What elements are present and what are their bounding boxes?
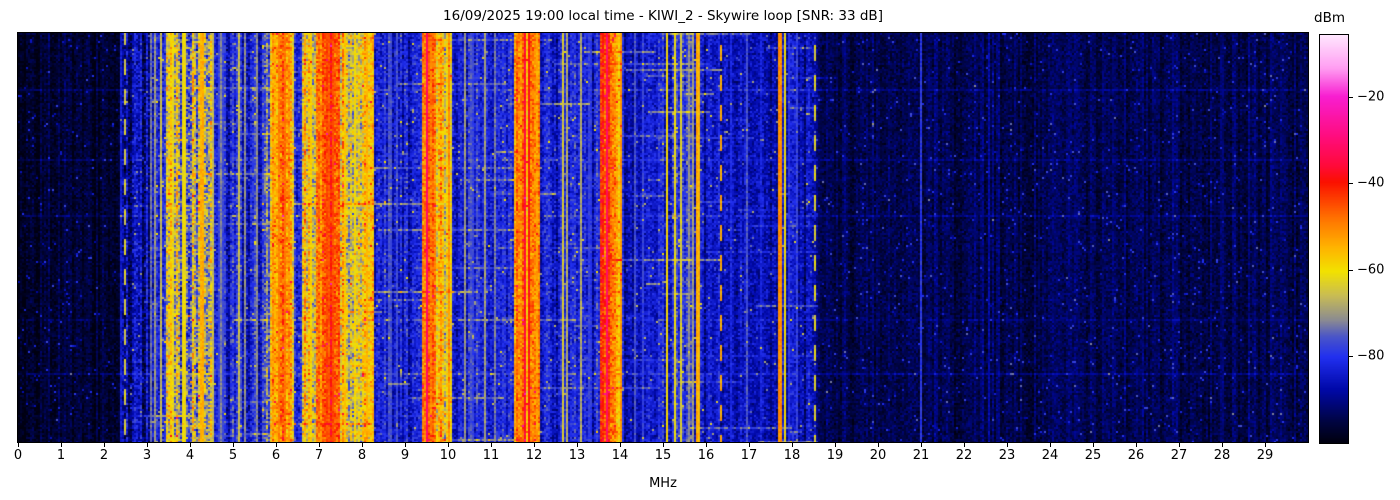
x-tick-mark (233, 443, 234, 447)
colorbar-tick-mark (1348, 269, 1353, 271)
x-tick-mark (835, 443, 836, 447)
x-tick-label: 26 (1127, 448, 1145, 463)
x-tick-label: 22 (955, 448, 973, 463)
x-tick-label: 21 (912, 448, 930, 463)
x-tick-mark (18, 443, 19, 447)
x-tick-label: 1 (56, 448, 66, 463)
x-tick-mark (663, 443, 664, 447)
x-tick-label: 29 (1256, 448, 1274, 463)
x-tick-mark (147, 443, 148, 447)
x-tick-mark (577, 443, 578, 447)
x-tick-mark (921, 443, 922, 447)
x-tick-label: 18 (783, 448, 801, 463)
colorbar-unit-label: dBm (1314, 10, 1345, 26)
x-tick-mark (964, 443, 965, 447)
colorbar-tick-mark (1348, 183, 1353, 185)
x-tick-mark (491, 443, 492, 447)
x-tick-mark (1050, 443, 1051, 447)
colorbar-tick-label: −80 (1357, 348, 1385, 364)
x-tick-label: 7 (314, 448, 324, 463)
x-tick-mark (792, 443, 793, 447)
spectrogram-figure: 16/09/2025 19:00 local time - KIWI_2 - S… (0, 0, 1400, 500)
x-tick-label: 16 (697, 448, 715, 463)
x-tick-label: 12 (525, 448, 543, 463)
x-tick-label: 14 (611, 448, 629, 463)
x-tick-mark (706, 443, 707, 447)
colorbar-tick-label: −60 (1357, 262, 1385, 278)
x-tick-mark (1265, 443, 1266, 447)
x-tick-mark (190, 443, 191, 447)
x-tick-mark (1179, 443, 1180, 447)
x-tick-label: 24 (1041, 448, 1059, 463)
figure-title: 16/09/2025 19:00 local time - KIWI_2 - S… (443, 8, 883, 24)
x-tick-mark (1136, 443, 1137, 447)
x-tick-mark (534, 443, 535, 447)
x-tick-mark (749, 443, 750, 447)
x-tick-label: 19 (826, 448, 844, 463)
x-tick-label: 27 (1170, 448, 1188, 463)
colorbar-tick-label: −40 (1357, 175, 1385, 191)
x-tick-mark (448, 443, 449, 447)
colorbar-tick-mark (1348, 356, 1353, 358)
x-tick-mark (405, 443, 406, 447)
x-axis-label: MHz (649, 476, 677, 491)
waterfall-heatmap (18, 33, 1308, 442)
x-tick-mark (620, 443, 621, 447)
x-tick-label: 20 (869, 448, 887, 463)
x-tick-mark (1093, 443, 1094, 447)
x-tick-label: 9 (400, 448, 410, 463)
x-tick-mark (61, 443, 62, 447)
x-tick-mark (319, 443, 320, 447)
x-tick-label: 5 (228, 448, 238, 463)
x-tick-label: 10 (439, 448, 457, 463)
x-tick-label: 11 (482, 448, 500, 463)
x-tick-label: 13 (568, 448, 586, 463)
colorbar-tick-mark (1348, 96, 1353, 98)
colorbar-tick-label: −20 (1357, 89, 1385, 105)
x-tick-label: 6 (271, 448, 281, 463)
x-tick-mark (1007, 443, 1008, 447)
x-tick-label: 17 (740, 448, 758, 463)
x-tick-label: 8 (357, 448, 367, 463)
colorbar-gradient (1320, 35, 1348, 443)
x-tick-label: 28 (1213, 448, 1231, 463)
x-tick-label: 0 (13, 448, 23, 463)
x-tick-mark (878, 443, 879, 447)
x-tick-label: 4 (185, 448, 195, 463)
x-tick-mark (104, 443, 105, 447)
x-tick-label: 25 (1084, 448, 1102, 463)
x-tick-label: 2 (99, 448, 109, 463)
x-tick-label: 23 (998, 448, 1016, 463)
x-tick-label: 15 (654, 448, 672, 463)
x-tick-mark (362, 443, 363, 447)
x-tick-label: 3 (142, 448, 152, 463)
x-tick-mark (1222, 443, 1223, 447)
x-tick-mark (276, 443, 277, 447)
